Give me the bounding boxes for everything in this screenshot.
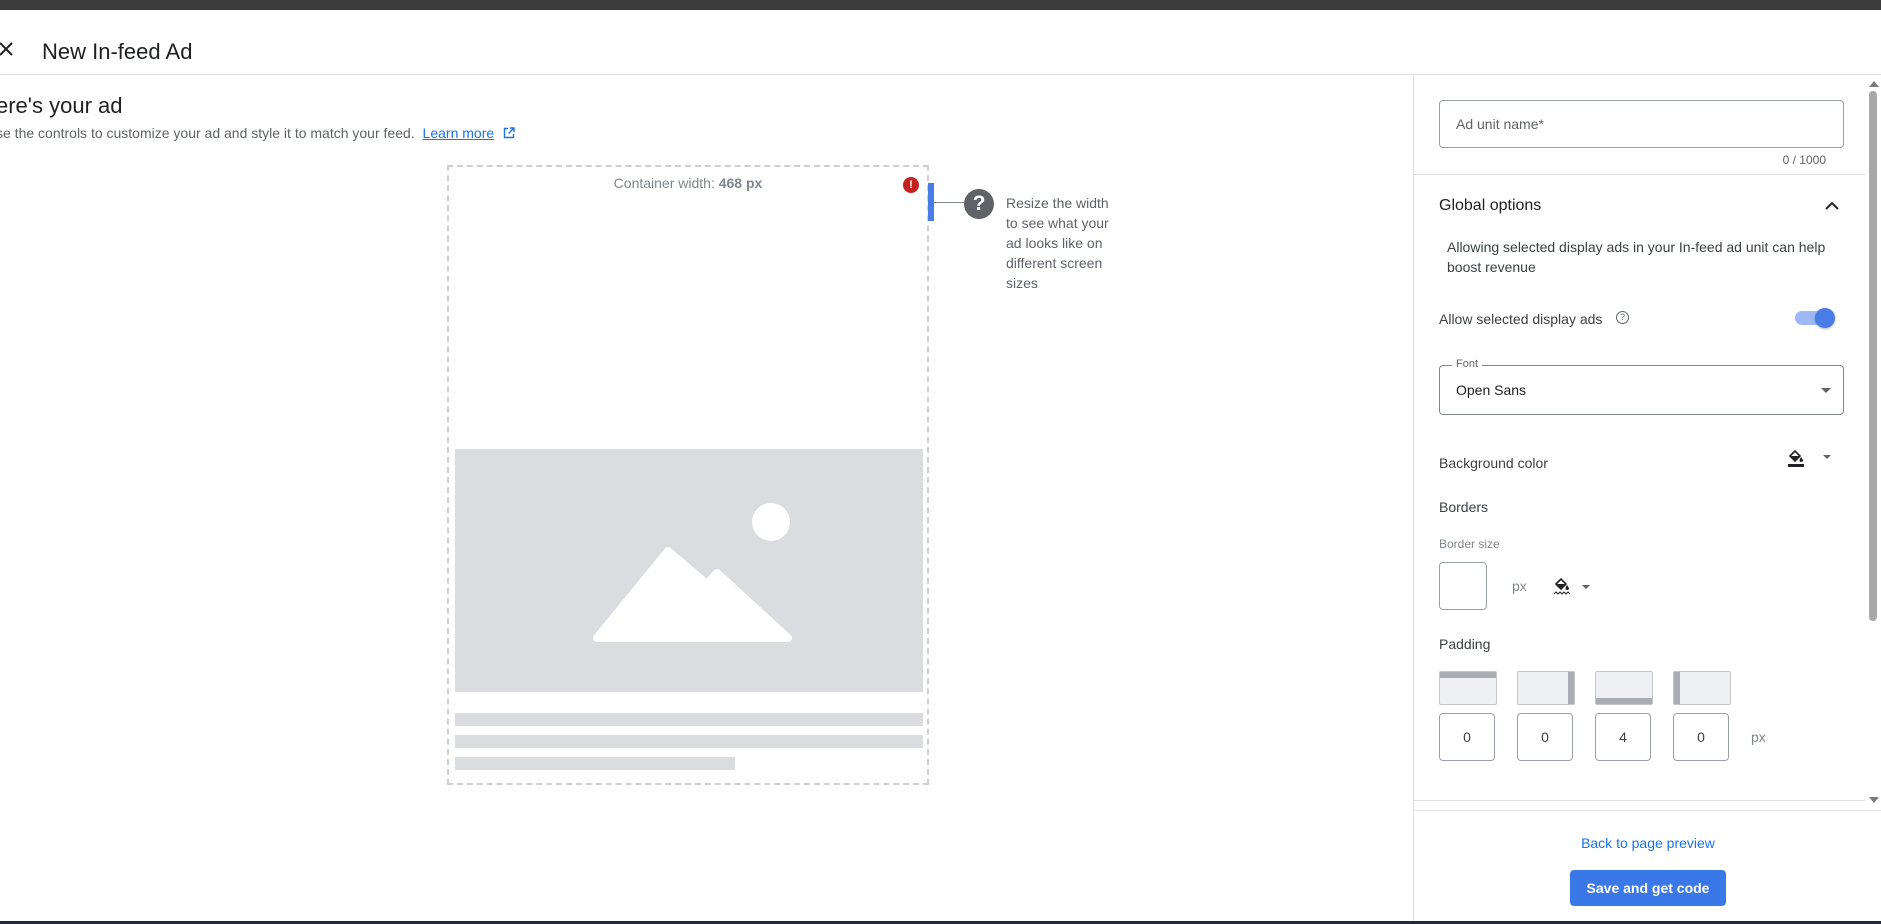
header-bar: New In-feed Ad	[0, 10, 1881, 75]
ad-preview-container: Container width: 468 px !	[447, 165, 929, 785]
resize-hint-text: Resize the width to see what your ad loo…	[1006, 195, 1109, 291]
padding-top-icon	[1439, 671, 1497, 705]
external-link-icon[interactable]	[503, 126, 515, 139]
scroll-down-icon[interactable]	[1869, 797, 1879, 803]
dropdown-arrow-icon	[1821, 388, 1831, 393]
allow-display-ads-label: Allow selected display ads	[1439, 311, 1603, 327]
text-placeholder-line	[455, 757, 735, 770]
browser-top-strip	[0, 0, 1881, 10]
font-value: Open Sans	[1456, 382, 1527, 398]
padding-bottom-input[interactable]: 4	[1595, 713, 1651, 761]
back-to-preview-link[interactable]: Back to page preview	[1414, 835, 1881, 851]
section-description: se the controls to customize your ad and…	[0, 125, 515, 141]
ad-unit-name-placeholder: Ad unit name*	[1456, 116, 1544, 132]
close-icon[interactable]	[0, 41, 14, 57]
toggle-knob	[1815, 308, 1835, 328]
container-width-value: 468 px	[718, 175, 763, 191]
char-counter: 0 / 1000	[1782, 153, 1826, 167]
scroll-up-icon[interactable]	[1869, 81, 1879, 87]
text-placeholder-line	[455, 713, 923, 726]
learn-more-link[interactable]: Learn more	[423, 125, 495, 141]
padding-right-input[interactable]: 0	[1517, 713, 1573, 761]
global-options-description: Allowing selected display ads in your In…	[1447, 239, 1826, 275]
help-icon: ?	[964, 189, 994, 219]
border-size-input[interactable]	[1439, 562, 1487, 610]
scrollbar-thumb[interactable]	[1869, 91, 1877, 621]
padding-bottom-icon	[1595, 671, 1653, 705]
section-heading: ere's your ad	[0, 93, 123, 118]
footer-divider	[1414, 810, 1881, 811]
padding-left-icon	[1673, 671, 1731, 705]
chevron-up-icon[interactable]	[1823, 197, 1841, 215]
description-text: se the controls to customize your ad and…	[0, 125, 415, 141]
ad-unit-name-input[interactable]: Ad unit name*	[1439, 100, 1844, 148]
image-placeholder-icon	[593, 503, 792, 642]
border-size-label: Border size	[1439, 537, 1500, 551]
settings-panel: Ad unit name* 0 / 1000 Global options Al…	[1413, 75, 1881, 921]
warning-icon[interactable]: !	[903, 177, 919, 193]
padding-left-input[interactable]: 0	[1673, 713, 1729, 761]
allow-display-ads-toggle[interactable]	[1795, 308, 1835, 328]
background-color-label: Background color	[1439, 455, 1548, 471]
hint-connector	[934, 202, 964, 203]
padding-right-icon	[1517, 671, 1575, 705]
save-and-get-code-button[interactable]: Save and get code	[1570, 870, 1726, 906]
background-color-dropdown-arrow[interactable]	[1823, 455, 1831, 459]
text-placeholder-line	[455, 735, 923, 748]
page-title: New In-feed Ad	[42, 39, 193, 64]
divider	[1414, 174, 1865, 175]
font-legend: Font	[1452, 358, 1483, 370]
help-circle-icon[interactable]: ?	[1616, 311, 1629, 324]
padding-unit: px	[1751, 729, 1766, 745]
panel-scrollbar[interactable]	[1864, 75, 1881, 815]
fill-color-icon[interactable]	[1785, 446, 1807, 468]
padding-label: Padding	[1439, 636, 1491, 652]
divider	[1414, 800, 1865, 801]
global-options-title[interactable]: Global options	[1439, 197, 1541, 215]
container-width-label: Container width: 468 px	[449, 175, 927, 191]
border-color-icon[interactable]	[1551, 575, 1573, 597]
image-placeholder	[455, 449, 923, 692]
border-size-unit: px	[1512, 578, 1527, 594]
border-color-dropdown-arrow[interactable]	[1582, 585, 1590, 589]
font-select[interactable]: Font Open Sans	[1439, 358, 1844, 415]
borders-label: Borders	[1439, 499, 1489, 515]
padding-top-input[interactable]: 0	[1439, 713, 1495, 761]
container-width-text: Container width:	[613, 175, 715, 191]
